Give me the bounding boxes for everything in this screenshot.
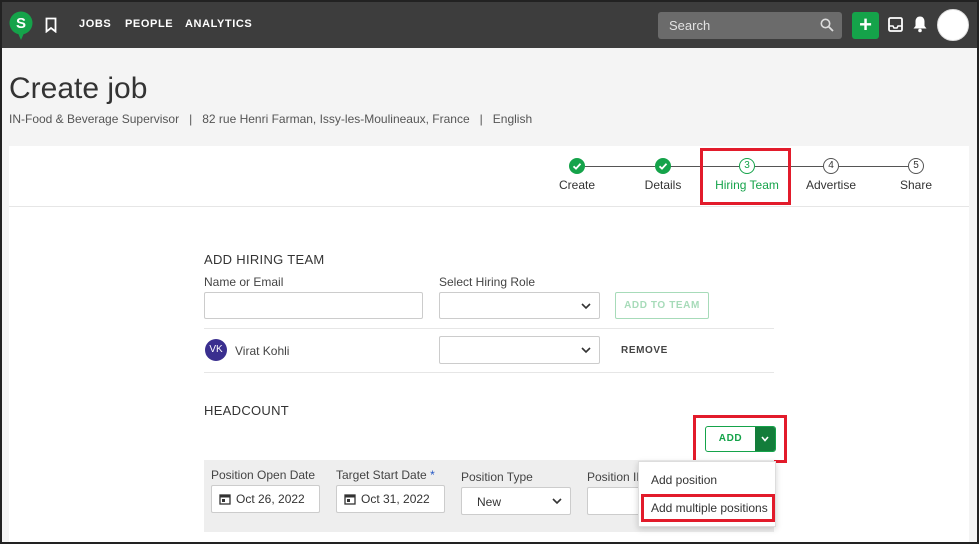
chevron-down-icon bbox=[581, 347, 591, 354]
job-summary: IN-Food & Beverage Supervisor | 82 rue Hen… bbox=[9, 112, 532, 126]
checkmark-icon bbox=[655, 158, 671, 174]
position-type-select[interactable]: New bbox=[461, 487, 571, 515]
step-number: 4 bbox=[823, 158, 839, 174]
step-share[interactable]: 5 Share bbox=[896, 158, 936, 192]
calendar-icon bbox=[344, 494, 356, 505]
headcount-title: HEADCOUNT bbox=[204, 403, 290, 418]
menu-item-add-position[interactable]: Add position bbox=[639, 473, 717, 487]
member-role-select[interactable] bbox=[439, 336, 600, 364]
position-type-label: Position Type bbox=[461, 470, 533, 484]
notifications-bell-icon[interactable] bbox=[912, 15, 928, 33]
chevron-down-icon bbox=[552, 498, 562, 505]
smartrecruiters-logo-icon[interactable]: S bbox=[9, 11, 33, 41]
chevron-down-icon bbox=[581, 303, 591, 310]
step-label: Create bbox=[558, 178, 596, 192]
divider bbox=[204, 372, 774, 373]
member-name: Virat Kohli bbox=[235, 344, 290, 358]
hiring-team-title: ADD HIRING TEAM bbox=[204, 252, 325, 267]
hiring-role-label: Select Hiring Role bbox=[439, 275, 536, 289]
page-title: Create job bbox=[9, 72, 148, 105]
start-date-input[interactable]: Oct 31, 2022 bbox=[336, 485, 445, 513]
start-date-label: Target Start Date * bbox=[336, 468, 435, 482]
nav-analytics[interactable]: ANALYTICS bbox=[185, 18, 252, 30]
search-input[interactable]: Search bbox=[658, 12, 842, 39]
highlight-box bbox=[641, 494, 775, 522]
step-label: Details bbox=[644, 178, 682, 192]
step-label: Share bbox=[899, 178, 933, 192]
name-email-input[interactable] bbox=[204, 292, 423, 319]
step-advertise[interactable]: 4 Advertise bbox=[803, 158, 859, 192]
job-language-text: English bbox=[492, 112, 533, 126]
app-window: S JOBS PEOPLE ANALYTICS Search + Create … bbox=[0, 0, 979, 544]
remove-member-button[interactable]: REMOVE bbox=[621, 345, 668, 356]
open-date-label: Position Open Date bbox=[211, 468, 316, 482]
search-placeholder: Search bbox=[669, 18, 711, 33]
position-type-value: New bbox=[477, 495, 502, 509]
divider bbox=[9, 206, 969, 207]
highlight-box bbox=[693, 415, 787, 463]
divider bbox=[204, 328, 774, 329]
required-mark: * bbox=[430, 468, 435, 482]
nav-people[interactable]: PEOPLE bbox=[125, 18, 173, 30]
step-number: 5 bbox=[908, 158, 924, 174]
start-date-label-text: Target Start Date bbox=[336, 468, 427, 482]
create-job-card: Create Details 3 Hiring Team 4 Advertise… bbox=[9, 146, 969, 542]
start-date-value: Oct 31, 2022 bbox=[361, 492, 430, 506]
create-new-button[interactable]: + bbox=[852, 12, 879, 39]
open-date-value: Oct 26, 2022 bbox=[236, 492, 305, 506]
job-location-text: 82 rue Henri Farman, Issy-les-Moulineaux… bbox=[202, 112, 470, 126]
separator: | bbox=[189, 112, 193, 126]
search-icon bbox=[820, 18, 834, 32]
open-date-input[interactable]: Oct 26, 2022 bbox=[211, 485, 320, 513]
job-title-text: IN-Food & Beverage Supervisor bbox=[9, 112, 180, 126]
name-email-label: Name or Email bbox=[204, 275, 284, 289]
hiring-role-select[interactable] bbox=[439, 292, 600, 319]
step-label: Advertise bbox=[805, 178, 857, 192]
position-id-label: Position ID bbox=[587, 470, 646, 484]
add-to-team-button[interactable]: ADD TO TEAM bbox=[615, 292, 709, 319]
inbox-icon[interactable] bbox=[888, 17, 903, 32]
bookmark-icon[interactable] bbox=[45, 17, 57, 33]
checkmark-icon bbox=[569, 158, 585, 174]
top-navigation-bar: S JOBS PEOPLE ANALYTICS Search + bbox=[2, 2, 977, 48]
nav-jobs[interactable]: JOBS bbox=[79, 18, 111, 30]
step-details[interactable]: Details bbox=[641, 158, 685, 192]
user-avatar[interactable] bbox=[937, 9, 969, 41]
calendar-icon bbox=[219, 494, 231, 505]
separator: | bbox=[479, 112, 483, 126]
highlight-box bbox=[700, 148, 791, 205]
step-create[interactable]: Create bbox=[557, 158, 597, 192]
member-avatar: VK bbox=[205, 339, 227, 361]
svg-text:S: S bbox=[16, 15, 26, 32]
